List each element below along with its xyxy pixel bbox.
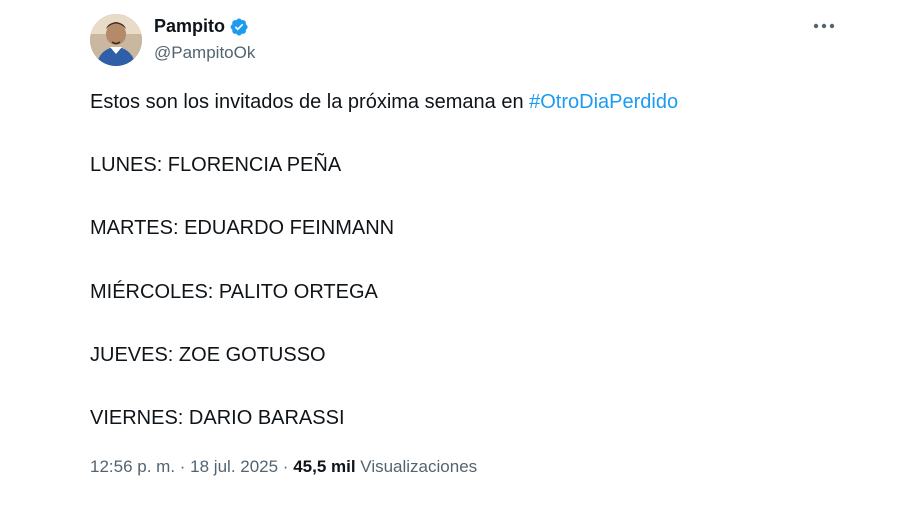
meta-separator: · [175, 457, 191, 476]
meta-separator: · [278, 457, 294, 476]
tweet-line-tuesday: MARTES: EDUARDO FEINMANN [90, 217, 395, 239]
tweet-time[interactable]: 12:56 p. m. [90, 457, 175, 476]
tweet-card: Pampito @PampitoOk Estos son los invitad… [0, 0, 900, 505]
tweet-line-monday: LUNES: FLORENCIA PEÑA [90, 154, 342, 176]
tweet-line-friday: VIERNES: DARIO BARASSI [90, 407, 345, 429]
author-display-name[interactable]: Pampito [154, 16, 225, 37]
tweet-line-wednesday: MIÉRCOLES: PALITO ORTEGA [90, 281, 378, 303]
more-options-button[interactable] [806, 12, 842, 40]
hashtag-link[interactable]: #OtroDiaPerdido [529, 91, 678, 113]
tweet-intro-text: Estos son los invitados de la próxima se… [90, 91, 530, 113]
tweet-line-thursday: JUEVES: ZOE GOTUSSO [90, 344, 326, 366]
avatar[interactable] [90, 14, 142, 66]
views-count: 45,5 mil [293, 457, 356, 476]
verified-badge-icon [230, 18, 248, 35]
tweet-date[interactable]: 18 jul. 2025 [190, 457, 278, 476]
author-handle[interactable]: @PampitoOk [154, 43, 255, 63]
tweet-intro-line: Estos son los invitados de la próxima se… [90, 90, 678, 114]
more-options-icon [813, 23, 835, 29]
tweet-meta: 12:56 p. m. · 18 jul. 2025 · 45,5 mil Vi… [90, 457, 477, 477]
views-label: Visualizaciones [355, 457, 478, 476]
author-name-row: Pampito [154, 16, 249, 37]
avatar-image [90, 14, 142, 66]
